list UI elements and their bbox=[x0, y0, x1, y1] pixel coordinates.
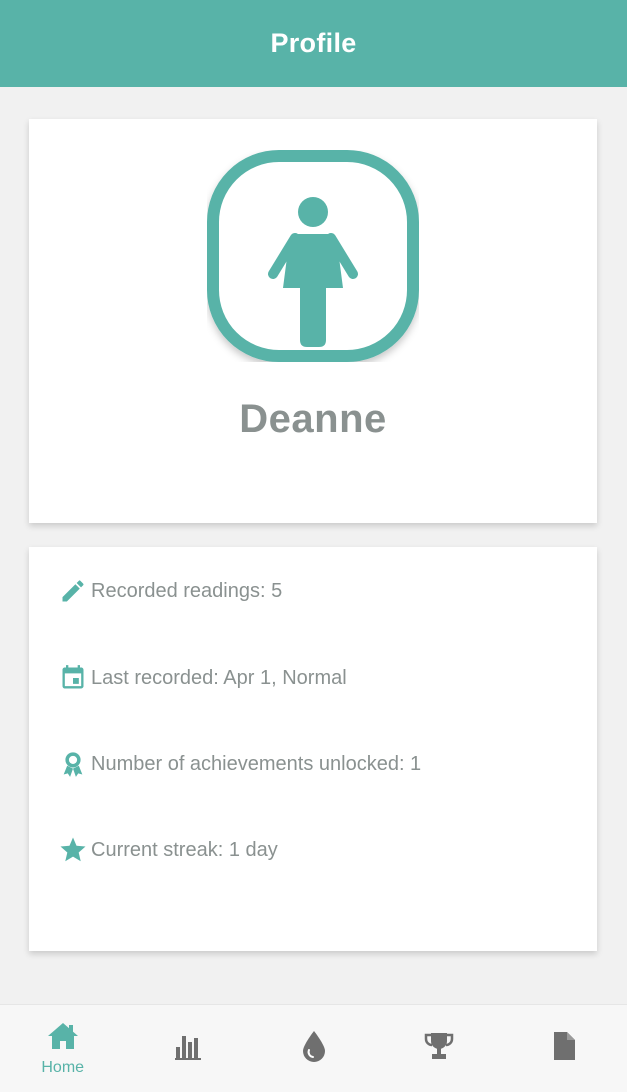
nav-item-home[interactable]: Home bbox=[0, 1005, 125, 1092]
page-title: Profile bbox=[270, 28, 357, 58]
bar-chart-icon bbox=[174, 1032, 202, 1065]
stat-text: Recorded readings: 5 bbox=[91, 579, 283, 602]
home-icon bbox=[47, 1021, 79, 1056]
profile-card: Deanne bbox=[29, 119, 597, 523]
nav-label-home: Home bbox=[41, 1058, 85, 1076]
stat-row-last-recorded: Last recorded: Apr 1, Normal bbox=[57, 662, 347, 694]
calendar-icon bbox=[57, 662, 89, 694]
stat-text: Current streak: 1 day bbox=[91, 838, 278, 861]
stat-text: Number of achievements unlocked: 1 bbox=[91, 752, 422, 775]
stat-row-achievements: Number of achievements unlocked: 1 bbox=[57, 748, 421, 780]
pencil-icon bbox=[57, 575, 89, 607]
stat-text: Last recorded: Apr 1, Normal bbox=[91, 666, 347, 689]
nav-item-readings[interactable] bbox=[251, 1005, 376, 1092]
water-drop-icon bbox=[301, 1030, 327, 1067]
stat-row-recorded-readings: Recorded readings: 5 bbox=[57, 575, 282, 607]
user-name: Deanne bbox=[239, 397, 387, 441]
document-icon bbox=[552, 1031, 576, 1066]
star-icon bbox=[57, 834, 89, 866]
stats-card: Recorded readings: 5 Last recorded: Apr … bbox=[29, 547, 597, 951]
nav-item-achievements[interactable] bbox=[376, 1005, 501, 1092]
award-ribbon-icon bbox=[57, 748, 89, 780]
app-header: Profile bbox=[0, 0, 627, 87]
female-person-icon bbox=[207, 150, 419, 362]
avatar[interactable] bbox=[207, 150, 419, 362]
trophy-icon bbox=[423, 1031, 455, 1066]
stat-row-streak: Current streak: 1 day bbox=[57, 834, 278, 866]
nav-item-documents[interactable] bbox=[502, 1005, 627, 1092]
nav-item-stats[interactable] bbox=[125, 1005, 250, 1092]
bottom-nav: Home bbox=[0, 1004, 627, 1092]
